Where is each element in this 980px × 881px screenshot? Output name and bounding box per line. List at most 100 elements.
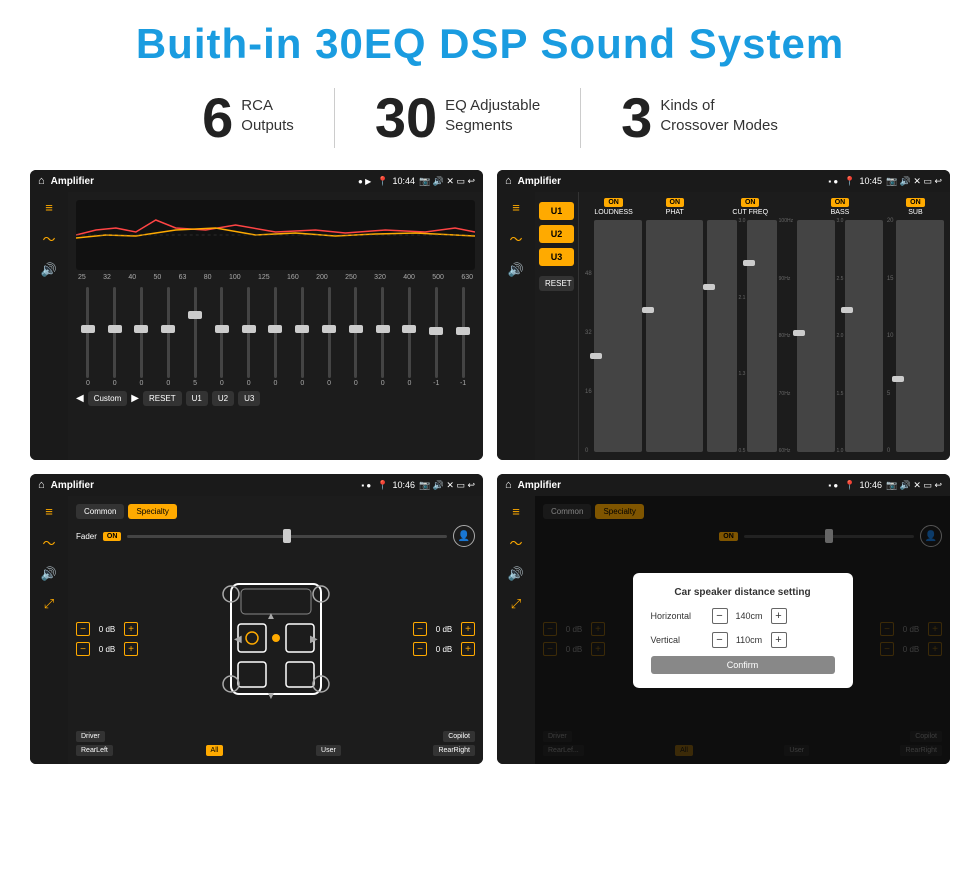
dsp-controls-area: ON LOUDNESS 4832160 [579, 192, 950, 460]
home-icon-3[interactable]: ⌂ [38, 479, 45, 491]
cutfreq-slider-g[interactable] [707, 220, 736, 452]
cutfreq-control: ON CUT FREQ 3.02.11.30.5 [707, 198, 793, 454]
confirm-button[interactable]: Confirm [651, 656, 835, 674]
arrows-icon-3[interactable]: ⤢ [44, 596, 54, 612]
wave-icon-2[interactable]: 〜 [509, 229, 522, 248]
home-icon-4[interactable]: ⌂ [505, 479, 512, 491]
eq-icon-3[interactable]: ≡ [45, 504, 53, 519]
user-btn[interactable]: User [316, 745, 341, 756]
eq-slider-11[interactable]: 0 [371, 287, 395, 387]
equalizer-icon[interactable]: ≡ [45, 200, 53, 215]
eq-screenshot: ⌂ Amplifier ● ▶ 📍 10:44 📷 🔊 ✕ ▭ ↩ ≡ 〜 🔊 [30, 170, 483, 460]
phat-slider[interactable] [646, 220, 703, 452]
loudness-slider[interactable] [594, 220, 642, 452]
vol-minus-fr[interactable]: − [413, 622, 427, 636]
bass-slider-f[interactable] [797, 220, 834, 452]
record-dot-4: ▪ ● [828, 481, 838, 490]
vertical-plus[interactable]: + [771, 632, 787, 648]
wave-icon-4[interactable]: 〜 [509, 533, 522, 552]
phat-control: ON PHAT [646, 198, 703, 454]
specialty-tab[interactable]: Specialty [128, 504, 176, 519]
common-tab[interactable]: Common [76, 504, 124, 519]
u2-btn-2[interactable]: U2 [539, 225, 574, 243]
eq-slider-12[interactable]: 0 [398, 287, 422, 387]
vertical-label: Vertical [651, 635, 706, 645]
driver-btn[interactable]: Driver [76, 731, 105, 742]
eq-slider-5[interactable]: 0 [210, 287, 234, 387]
next-arrow[interactable]: ▶ [131, 393, 139, 404]
vertical-value: 110cm [732, 635, 767, 645]
eq-slider-1[interactable]: 0 [103, 287, 127, 387]
u1-btn-1[interactable]: U1 [186, 391, 208, 406]
cutfreq-slider-f[interactable] [747, 220, 776, 452]
reset-btn-2[interactable]: RESET [539, 276, 574, 291]
rearleft-btn[interactable]: RearLeft [76, 745, 113, 756]
sub-on[interactable]: ON [906, 198, 925, 207]
user-icon[interactable]: 👤 [453, 525, 475, 547]
sub-slider[interactable] [896, 220, 944, 452]
prev-arrow[interactable]: ◀ [76, 393, 84, 404]
eq-slider-2[interactable]: 0 [130, 287, 154, 387]
stat-label-rca: RCA Outputs [241, 90, 294, 135]
eq-slider-9[interactable]: 0 [317, 287, 341, 387]
volume-icon-3[interactable]: 🔊 [41, 566, 57, 582]
status-bar-1: ⌂ Amplifier ● ▶ 📍 10:44 📷 🔊 ✕ ▭ ↩ [30, 170, 483, 192]
vol-minus-fl[interactable]: − [76, 622, 90, 636]
vol-plus-rr[interactable]: + [461, 642, 475, 656]
cutfreq-on[interactable]: ON [741, 198, 760, 207]
fader-label: Fader [76, 532, 97, 541]
status-bar-4: ⌂ Amplifier ▪ ● 📍 10:46 📷 🔊 ✕ ▭ ↩ [497, 474, 950, 496]
fader-on-badge[interactable]: ON [103, 532, 122, 541]
u3-btn-2[interactable]: U3 [539, 248, 574, 266]
eq-slider-4[interactable]: 5 [183, 287, 207, 387]
volume-icon-4[interactable]: 🔊 [508, 566, 524, 582]
phat-on[interactable]: ON [666, 198, 685, 207]
vol-value-fr: 0 dB [430, 625, 458, 634]
horizontal-minus[interactable]: − [712, 608, 728, 624]
u3-btn-1[interactable]: U3 [238, 391, 260, 406]
eq-slider-0[interactable]: 0 [76, 287, 100, 387]
side-icons-3: ≡ 〜 🔊 ⤢ [30, 496, 68, 764]
u2-btn-1[interactable]: U2 [212, 391, 234, 406]
volume-icon-1[interactable]: 🔊 [41, 262, 57, 278]
vol-minus-rr[interactable]: − [413, 642, 427, 656]
eq-slider-7[interactable]: 0 [264, 287, 288, 387]
all-btn[interactable]: All [206, 745, 224, 756]
volume-icon-2[interactable]: 🔊 [508, 262, 524, 278]
eq-slider-14[interactable]: -1 [451, 287, 475, 387]
vol-plus-rl[interactable]: + [124, 642, 138, 656]
home-icon-2[interactable]: ⌂ [505, 175, 512, 187]
vertical-minus[interactable]: − [712, 632, 728, 648]
bass-slider-g[interactable] [845, 220, 882, 452]
eq-slider-6[interactable]: 0 [237, 287, 261, 387]
eq-slider-3[interactable]: 0 [156, 287, 180, 387]
fader-track[interactable] [127, 535, 447, 538]
dsp-screenshot: ⌂ Amplifier ▪ ● 📍 10:45 📷 🔊 ✕ ▭ ↩ ≡ 〜 🔊 … [497, 170, 950, 460]
sub-control: ON SUB 20151050 [887, 198, 944, 454]
eq-icon-2[interactable]: ≡ [512, 200, 520, 215]
rearright-btn[interactable]: RearRight [433, 745, 475, 756]
vol-plus-fl[interactable]: + [124, 622, 138, 636]
loudness-on[interactable]: ON [604, 198, 623, 207]
copilot-btn[interactable]: Copilot [443, 731, 475, 742]
reset-btn-1[interactable]: RESET [143, 391, 182, 406]
vol-minus-rl[interactable]: − [76, 642, 90, 656]
eq-slider-10[interactable]: 0 [344, 287, 368, 387]
arrows-icon-4[interactable]: ⤢ [511, 596, 521, 612]
status-icons-3: 📍 10:46 📷 🔊 ✕ ▭ ↩ [377, 480, 475, 491]
side-icons-4: ≡ 〜 🔊 ⤢ [497, 496, 535, 764]
custom-preset-btn[interactable]: Custom [88, 391, 128, 406]
horizontal-plus[interactable]: + [771, 608, 787, 624]
wave-icon[interactable]: 〜 [42, 229, 55, 248]
eq-icon-4[interactable]: ≡ [512, 504, 520, 519]
dsp-content: ≡ 〜 🔊 U1 U2 U3 RESET [497, 192, 950, 460]
eq-slider-8[interactable]: 0 [290, 287, 314, 387]
phat-label: PHAT [666, 209, 684, 216]
wave-icon-3[interactable]: 〜 [42, 533, 55, 552]
eq-slider-13[interactable]: -1 [424, 287, 448, 387]
distance-dialog: Car speaker distance setting Horizontal … [633, 573, 853, 688]
home-icon-1[interactable]: ⌂ [38, 175, 45, 187]
vol-plus-fr[interactable]: + [461, 622, 475, 636]
bass-on[interactable]: ON [831, 198, 850, 207]
u1-btn-2[interactable]: U1 [539, 202, 574, 220]
